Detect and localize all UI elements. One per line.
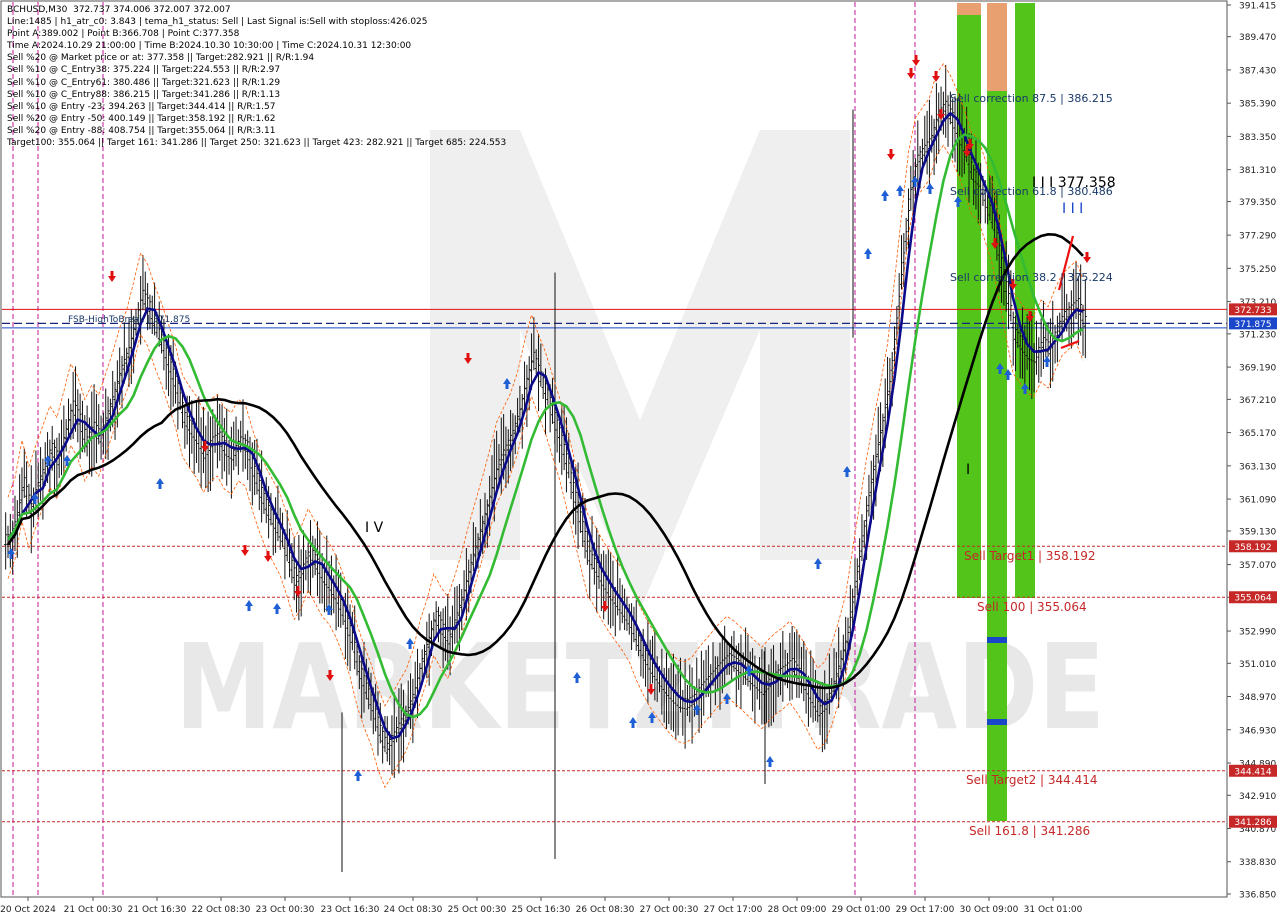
x-tick-label: 25 Oct 00:30 [448,905,507,915]
info-line: Sell %10 @ C_Entry88: 386.215 || Target:… [7,89,281,100]
info-line: BCHUSD,M30 372.737 374.006 372.007 372.0… [7,5,231,15]
x-tick-label: 29 Oct 17:00 [896,905,955,915]
zone-bar [987,3,1007,91]
x-tick-label: 20 Oct 2024 [0,905,56,915]
x-tick-label: 22 Oct 08:30 [192,905,251,915]
x-tick-label: 27 Oct 17:00 [704,905,763,915]
price-tag-label: 344.414 [1234,767,1271,777]
info-line: Target100: 355.064 || Target 161: 341.28… [7,138,507,149]
y-tick-label: 385.390 [1239,100,1276,110]
y-tick-label: 391.415 [1239,2,1276,12]
x-tick-label: 28 Oct 09:00 [768,905,827,915]
info-line: Sell %10 @ C_Entry61: 380.486 || Target:… [7,77,281,88]
level-label: Sell 161.8 | 341.286 [969,824,1090,838]
price-tag-label: 358.192 [1234,543,1271,553]
zone-bar [987,719,1007,725]
info-line: Sell %20 @ Entry -50: 400.149 || Target:… [7,113,276,124]
wave-label: I I I 377.358 [1032,175,1116,191]
y-tick-label: 351.010 [1239,660,1276,670]
y-tick-label: 346.930 [1239,726,1276,736]
level-label: Sell correction 38.2 | 375.224 [950,271,1113,284]
y-tick-label: 357.070 [1239,561,1276,571]
level-label: Sell 100 | 355.064 [977,600,1087,614]
level-label: Sell Target2 | 344.414 [966,773,1098,787]
y-tick-label: 359.130 [1239,528,1276,538]
info-line: Point A:389.002 | Point B:366.708 | Poin… [7,29,240,40]
info-line: Time A:2024.10.29 21:00:00 | Time B:2024… [7,41,412,52]
info-line: Sell %10 @ Entry -23: 394.263 || Target:… [7,101,276,112]
info-line: Line:1485 | h1_atr_c0: 3.843 | tema_h1_s… [7,17,428,28]
level-label: Sell Target1 | 358.192 [964,549,1096,563]
y-tick-label: 381.310 [1239,166,1276,176]
price-tag-label: 341.286 [1234,818,1271,828]
y-tick-label: 363.130 [1239,462,1276,472]
x-tick-label: 21 Oct 16:30 [128,905,187,915]
x-tick-label: 23 Oct 00:30 [256,905,315,915]
y-tick-label: 367.210 [1239,396,1276,406]
x-tick-label: 23 Oct 16:30 [321,905,380,915]
info-line: Sell %10 @ C_Entry38: 375.224 || Target:… [7,65,281,76]
x-tick-label: 25 Oct 16:30 [512,905,571,915]
y-tick-label: 361.090 [1239,496,1276,506]
y-tick-label: 342.910 [1239,792,1276,802]
x-tick-label: 31 Oct 01:00 [1024,905,1083,915]
price-tag-label: 371.875 [1234,320,1271,330]
zone-bar [957,3,981,15]
fsb-label: FSB-HighToBreak | 371.875 [68,315,190,325]
x-tick-label: 24 Oct 08:30 [384,905,443,915]
price-tag-label: 372.733 [1234,306,1271,316]
level-label: Sell correction 87.5 | 386.215 [950,92,1113,105]
y-tick-label: 371.230 [1239,330,1276,340]
x-tick-label: 21 Oct 00:30 [64,905,123,915]
y-tick-label: 387.430 [1239,66,1276,76]
x-tick-label: 30 Oct 09:00 [960,905,1019,915]
y-tick-label: 377.290 [1239,232,1276,242]
wave-label: I V [365,520,384,536]
y-tick-label: 338.830 [1239,858,1276,868]
x-tick-label: 29 Oct 01:00 [832,905,891,915]
info-line: Sell %20 @ Entry -88: 408.754 || Target:… [7,125,276,136]
y-tick-label: 348.970 [1239,693,1276,703]
y-tick-label: 383.350 [1239,133,1276,143]
x-tick-label: 27 Oct 00:30 [640,905,699,915]
wave-label: I [966,462,970,478]
y-tick-label: 336.850 [1239,891,1276,901]
y-tick-label: 352.990 [1239,628,1276,638]
y-tick-label: 389.470 [1239,33,1276,43]
y-tick-label: 365.170 [1239,429,1276,439]
x-tick-label: 26 Oct 08:30 [576,905,635,915]
y-tick-label: 379.350 [1239,198,1276,208]
zone-bar [987,637,1007,643]
wave-label: I I I [1062,201,1083,217]
price-tag-label: 355.064 [1234,594,1271,604]
y-tick-label: 369.190 [1239,364,1276,374]
y-tick-label: 375.250 [1239,265,1276,275]
info-panel: BCHUSD,M30 372.737 374.006 372.007 372.0… [7,4,506,149]
info-line: Sell %20 @ Market price or at: 377.358 |… [7,53,315,64]
